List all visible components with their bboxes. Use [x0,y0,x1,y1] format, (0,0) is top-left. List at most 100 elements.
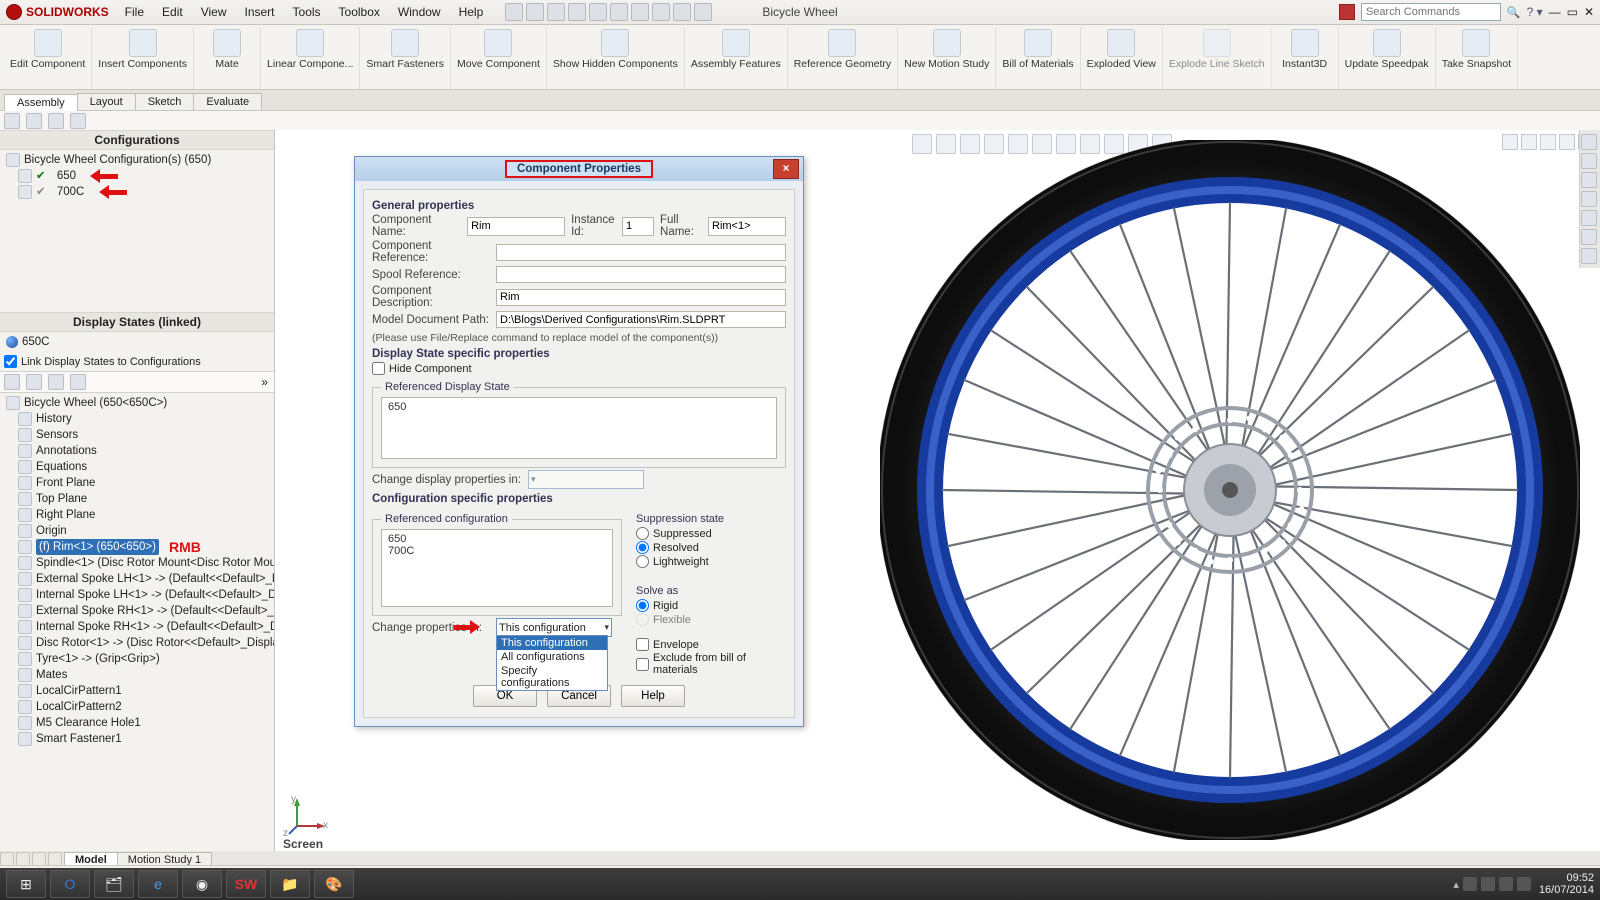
ribbon-motion-study[interactable]: New Motion Study [898,27,996,89]
tree-sensors[interactable]: Sensors [36,427,78,443]
opt-all-configs[interactable]: All configurations [497,650,607,664]
chk-hide-component[interactable] [372,362,385,375]
view-palette-icon[interactable] [1581,191,1597,207]
chk-envelope[interactable] [636,638,649,651]
input-component-ref[interactable] [496,244,786,261]
rebuild-icon[interactable] [652,3,670,21]
select-icon[interactable] [631,3,649,21]
config-700c[interactable]: 700C [57,184,85,200]
ribbon-mate[interactable]: Mate [194,27,261,89]
feature-manager-tree[interactable]: Bicycle Wheel (650<650C>) History Sensor… [0,393,274,851]
tree-m5-hole[interactable]: M5 Clearance Hole1 [36,715,141,731]
ribbon-insert-components[interactable]: Insert Components [92,27,194,89]
forum-icon[interactable] [1581,248,1597,264]
ribbon-instant3d[interactable]: Instant3D [1272,27,1339,89]
tree-annotations[interactable]: Annotations [36,443,97,459]
start-button[interactable]: ⊞ [6,870,46,898]
undo-icon[interactable] [589,3,607,21]
display-states-tree[interactable]: 650C [0,332,274,352]
chk-exclude-bom[interactable] [636,658,649,671]
radio-lightweight[interactable] [636,555,649,568]
tab-assembly[interactable]: Assembly [4,94,78,111]
tab-sketch[interactable]: Sketch [135,93,195,110]
ribbon-smart-fasteners[interactable]: Smart Fasteners [360,27,451,89]
taskbar-solidworks[interactable]: SW [226,870,266,898]
tree-spindle[interactable]: Spindle<1> (Disc Rotor Mount<Disc Rotor … [36,555,274,571]
tab-evaluate[interactable]: Evaluate [193,93,262,110]
menu-edit[interactable]: Edit [154,3,191,21]
configurations-tree[interactable]: Bicycle Wheel Configuration(s) (650) ✔ 6… [0,150,274,202]
search-commands-input[interactable] [1361,3,1501,21]
layout-icon[interactable] [694,3,712,21]
appearances-icon[interactable] [1581,210,1597,226]
combo-change-props-dropdown[interactable]: This configuration All configurations Sp… [496,635,608,691]
taskbar-outlook[interactable]: O [50,870,90,898]
menu-view[interactable]: View [193,3,235,21]
print-icon[interactable] [568,3,586,21]
tray-icon[interactable] [1463,877,1477,891]
display-icon[interactable] [26,374,42,390]
taskbar-chrome[interactable]: ◉ [182,870,222,898]
file-explorer-icon[interactable] [1581,172,1597,188]
tree-equations[interactable]: Equations [36,459,87,475]
ribbon-update-speedpak[interactable]: Update Speedpak [1339,27,1436,89]
tree-int-spoke-lh[interactable]: Internal Spoke LH<1> -> (Default<<Defaul… [36,587,274,603]
feature-tree-icon[interactable] [4,113,20,129]
minimize-icon[interactable]: — [1549,5,1561,19]
list-ref-config[interactable]: 650 700C [381,529,613,607]
input-instance-id[interactable] [622,217,654,236]
open-icon[interactable] [526,3,544,21]
tree-mates[interactable]: Mates [36,667,67,683]
opt-this-config[interactable]: This configuration [497,636,607,650]
dialog-close-button[interactable]: × [773,159,799,179]
menu-insert[interactable]: Insert [237,3,283,21]
item-config-650[interactable]: 650 [388,533,606,545]
config-icon[interactable] [70,374,86,390]
taskbar-clock[interactable]: 09:52 16/07/2014 [1539,872,1594,896]
radio-rigid[interactable] [636,599,649,612]
custom-props-icon[interactable] [1581,229,1597,245]
taskbar-paint[interactable]: 🎨 [314,870,354,898]
tree-ext-spoke-rh[interactable]: External Spoke RH<1> -> (Default<<Defaul… [36,603,274,619]
tree-cirpattern2[interactable]: LocalCirPattern2 [36,699,122,715]
menu-file[interactable]: File [117,3,152,21]
tree-right-plane[interactable]: Right Plane [36,507,95,523]
config-650[interactable]: 650 [57,168,76,184]
tree-rim-selected[interactable]: (f) Rim<1> (650<650>) RMB [4,539,270,555]
filter-icon[interactable] [4,374,20,390]
tray-network-icon[interactable] [1499,877,1513,891]
tree-cirpattern1[interactable]: LocalCirPattern1 [36,683,122,699]
dimxpert-icon[interactable] [70,113,86,129]
ribbon-linear-component[interactable]: Linear Compone... [261,27,360,89]
ribbon-explode-line[interactable]: Explode Line Sketch [1163,27,1272,89]
opt-specify-configs[interactable]: Specify configurations [497,664,607,690]
redo-icon[interactable] [610,3,628,21]
link-display-checkbox[interactable] [4,355,17,368]
tab-layout[interactable]: Layout [77,93,136,110]
item-650-display[interactable]: 650 [388,401,770,413]
item-config-700c[interactable]: 700C [388,545,606,557]
input-component-name[interactable] [467,217,565,236]
taskbar-ie[interactable]: e [138,870,178,898]
tray-volume-icon[interactable] [1517,877,1531,891]
tree-smart-fastener[interactable]: Smart Fastener1 [36,731,122,747]
link-display-states[interactable]: Link Display States to Configurations [0,352,274,371]
list-ref-display-state[interactable]: 650 [381,397,777,459]
ribbon-edit-component[interactable]: Edit Component [4,27,92,89]
ribbon-ref-geometry[interactable]: Reference Geometry [788,27,898,89]
menu-toolbox[interactable]: Toolbox [331,3,388,21]
input-spool-ref[interactable] [496,266,786,283]
help-button[interactable]: Help [621,685,685,707]
sw-resources-icon[interactable] [1581,134,1597,150]
taskbar-folder[interactable]: 📁 [270,870,310,898]
config-manager-icon[interactable] [48,113,64,129]
ribbon-move-component[interactable]: Move Component [451,27,547,89]
tree-origin[interactable]: Origin [36,523,67,539]
options-icon[interactable] [673,3,691,21]
menu-tools[interactable]: Tools [285,3,329,21]
taskbar-explorer[interactable]: 🗂 [94,870,134,898]
ribbon-assembly-features[interactable]: Assembly Features [685,27,788,89]
ribbon-take-snapshot[interactable]: Take Snapshot [1436,27,1518,89]
menu-help[interactable]: Help [451,3,492,21]
radio-resolved[interactable] [636,541,649,554]
